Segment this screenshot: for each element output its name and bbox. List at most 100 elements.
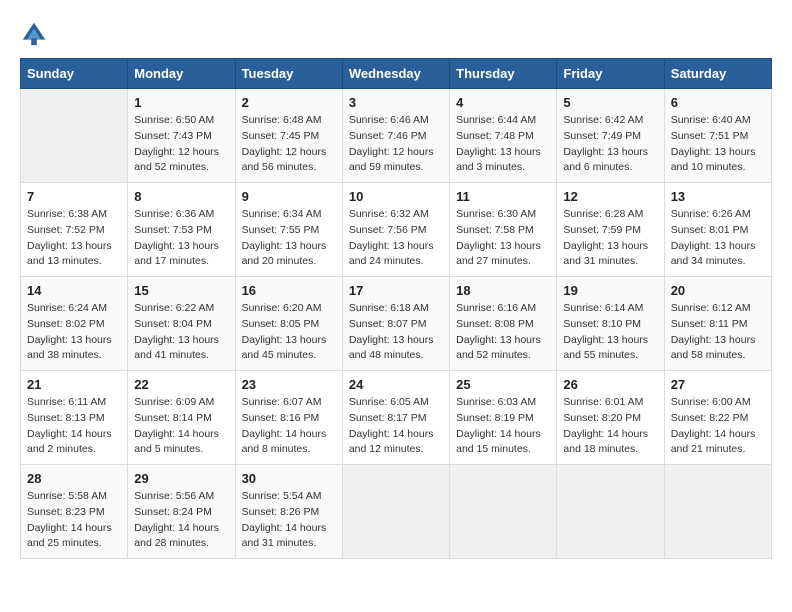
day-info: Sunrise: 6:48 AM Sunset: 7:45 PM Dayligh… (242, 113, 336, 176)
calendar-cell: 1Sunrise: 6:50 AM Sunset: 7:43 PM Daylig… (128, 89, 235, 183)
week-row-1: 1Sunrise: 6:50 AM Sunset: 7:43 PM Daylig… (21, 89, 772, 183)
calendar-cell: 10 Sunrise: 6:32 AM Sunset: 7:56 PM Dayli… (342, 183, 449, 277)
calendar-cell: 8Sunrise: 6:36 AM Sunset: 7:53 PM Daylig… (128, 183, 235, 277)
calendar-cell (450, 465, 557, 559)
calendar-cell: 27 Sunrise: 6:00 AM Sunset: 8:22 PM Dayli… (664, 371, 771, 465)
day-number: 28 (27, 471, 121, 486)
calendar-cell (21, 89, 128, 183)
calendar-cell: 16Sunrise: 6:20 AM Sunset: 8:05 PM Dayli… (235, 277, 342, 371)
logo-icon (20, 20, 48, 48)
day-number: 4 (456, 95, 550, 110)
calendar-cell: 30 Sunrise: 5:54 AM Sunset: 8:26 PM Dayli… (235, 465, 342, 559)
day-number: 6 (671, 95, 765, 110)
day-number: 20 (671, 283, 765, 298)
day-number: 13 (671, 189, 765, 204)
day-number: 25 (456, 377, 550, 392)
calendar-cell: 15 Sunrise: 6:22 AM Sunset: 8:04 PM Dayli… (128, 277, 235, 371)
day-number: 14 (27, 283, 121, 298)
col-header-sunday: Sunday (21, 59, 128, 89)
col-header-friday: Friday (557, 59, 664, 89)
calendar-cell: 26 Sunrise: 6:01 AM Sunset: 8:20 PM Dayli… (557, 371, 664, 465)
day-info: Sunrise: 6:50 AM Sunset: 7:43 PM Dayligh… (134, 113, 228, 176)
calendar-cell (342, 465, 449, 559)
week-row-4: 21Sunrise: 6:11 AM Sunset: 8:13 PM Dayli… (21, 371, 772, 465)
day-info: Sunrise: 6:26 AM Sunset: 8:01 PM Dayligh… (671, 207, 765, 270)
col-header-tuesday: Tuesday (235, 59, 342, 89)
day-info: Sunrise: 5:56 AM Sunset: 8:24 PM Dayligh… (134, 489, 228, 552)
calendar-cell: 21Sunrise: 6:11 AM Sunset: 8:13 PM Dayli… (21, 371, 128, 465)
day-info: Sunrise: 6:20 AM Sunset: 8:05 PM Dayligh… (242, 301, 336, 364)
week-row-3: 14 Sunrise: 6:24 AM Sunset: 8:02 PM Dayli… (21, 277, 772, 371)
day-number: 23 (242, 377, 336, 392)
day-number: 19 (563, 283, 657, 298)
calendar-cell: 25 Sunrise: 6:03 AM Sunset: 8:19 PM Dayli… (450, 371, 557, 465)
week-row-2: 7 Sunrise: 6:38 AM Sunset: 7:52 PM Daylig… (21, 183, 772, 277)
day-number: 9 (242, 189, 336, 204)
day-info: Sunrise: 6:46 AM Sunset: 7:46 PM Dayligh… (349, 113, 443, 176)
calendar-cell: 24Sunrise: 6:05 AM Sunset: 8:17 PM Dayli… (342, 371, 449, 465)
day-info: Sunrise: 6:18 AM Sunset: 8:07 PM Dayligh… (349, 301, 443, 364)
day-number: 30 (242, 471, 336, 486)
calendar-cell: 9Sunrise: 6:34 AM Sunset: 7:55 PM Daylig… (235, 183, 342, 277)
calendar-cell: 5 Sunrise: 6:42 AM Sunset: 7:49 PM Daylig… (557, 89, 664, 183)
day-info: Sunrise: 6:44 AM Sunset: 7:48 PM Dayligh… (456, 113, 550, 176)
day-info: Sunrise: 6:32 AM Sunset: 7:56 PM Dayligh… (349, 207, 443, 270)
day-info: Sunrise: 6:05 AM Sunset: 8:17 PM Dayligh… (349, 395, 443, 458)
calendar-cell: 28 Sunrise: 5:58 AM Sunset: 8:23 PM Dayli… (21, 465, 128, 559)
col-header-thursday: Thursday (450, 59, 557, 89)
week-row-5: 28 Sunrise: 5:58 AM Sunset: 8:23 PM Dayli… (21, 465, 772, 559)
logo (20, 20, 52, 48)
day-info: Sunrise: 6:36 AM Sunset: 7:53 PM Dayligh… (134, 207, 228, 270)
calendar-cell: 11Sunrise: 6:30 AM Sunset: 7:58 PM Dayli… (450, 183, 557, 277)
day-number: 27 (671, 377, 765, 392)
calendar-cell: 14 Sunrise: 6:24 AM Sunset: 8:02 PM Dayli… (21, 277, 128, 371)
day-number: 15 (134, 283, 228, 298)
day-info: Sunrise: 6:42 AM Sunset: 7:49 PM Dayligh… (563, 113, 657, 176)
day-info: Sunrise: 5:58 AM Sunset: 8:23 PM Dayligh… (27, 489, 121, 552)
day-info: Sunrise: 6:38 AM Sunset: 7:52 PM Dayligh… (27, 207, 121, 270)
day-number: 26 (563, 377, 657, 392)
calendar-cell: 2 Sunrise: 6:48 AM Sunset: 7:45 PM Daylig… (235, 89, 342, 183)
day-info: Sunrise: 6:09 AM Sunset: 8:14 PM Dayligh… (134, 395, 228, 458)
calendar-cell: 7 Sunrise: 6:38 AM Sunset: 7:52 PM Daylig… (21, 183, 128, 277)
day-number: 3 (349, 95, 443, 110)
day-info: Sunrise: 6:28 AM Sunset: 7:59 PM Dayligh… (563, 207, 657, 270)
day-number: 22 (134, 377, 228, 392)
day-info: Sunrise: 6:14 AM Sunset: 8:10 PM Dayligh… (563, 301, 657, 364)
calendar-cell: 4 Sunrise: 6:44 AM Sunset: 7:48 PM Daylig… (450, 89, 557, 183)
day-info: Sunrise: 6:03 AM Sunset: 8:19 PM Dayligh… (456, 395, 550, 458)
day-number: 2 (242, 95, 336, 110)
day-number: 29 (134, 471, 228, 486)
day-number: 10 (349, 189, 443, 204)
day-info: Sunrise: 6:22 AM Sunset: 8:04 PM Dayligh… (134, 301, 228, 364)
day-info: Sunrise: 6:07 AM Sunset: 8:16 PM Dayligh… (242, 395, 336, 458)
day-number: 18 (456, 283, 550, 298)
calendar-cell: 22 Sunrise: 6:09 AM Sunset: 8:14 PM Dayli… (128, 371, 235, 465)
day-number: 5 (563, 95, 657, 110)
calendar-cell: 6 Sunrise: 6:40 AM Sunset: 7:51 PM Daylig… (664, 89, 771, 183)
calendar-cell: 23 Sunrise: 6:07 AM Sunset: 8:16 PM Dayli… (235, 371, 342, 465)
day-info: Sunrise: 6:12 AM Sunset: 8:11 PM Dayligh… (671, 301, 765, 364)
day-info: Sunrise: 6:16 AM Sunset: 8:08 PM Dayligh… (456, 301, 550, 364)
day-info: Sunrise: 6:01 AM Sunset: 8:20 PM Dayligh… (563, 395, 657, 458)
calendar-cell: 13 Sunrise: 6:26 AM Sunset: 8:01 PM Dayli… (664, 183, 771, 277)
calendar-cell: 19 Sunrise: 6:14 AM Sunset: 8:10 PM Dayli… (557, 277, 664, 371)
calendar-cell: 12Sunrise: 6:28 AM Sunset: 7:59 PM Dayli… (557, 183, 664, 277)
col-header-saturday: Saturday (664, 59, 771, 89)
day-number: 17 (349, 283, 443, 298)
calendar-cell (664, 465, 771, 559)
calendar-cell: 20 Sunrise: 6:12 AM Sunset: 8:11 PM Dayli… (664, 277, 771, 371)
calendar-cell: 18 Sunrise: 6:16 AM Sunset: 8:08 PM Dayli… (450, 277, 557, 371)
page-header (20, 20, 772, 48)
day-info: Sunrise: 6:30 AM Sunset: 7:58 PM Dayligh… (456, 207, 550, 270)
calendar-cell: 17 Sunrise: 6:18 AM Sunset: 8:07 PM Dayli… (342, 277, 449, 371)
day-info: Sunrise: 6:24 AM Sunset: 8:02 PM Dayligh… (27, 301, 121, 364)
calendar-cell (557, 465, 664, 559)
day-info: Sunrise: 5:54 AM Sunset: 8:26 PM Dayligh… (242, 489, 336, 552)
day-number: 7 (27, 189, 121, 204)
calendar-cell: 3 Sunrise: 6:46 AM Sunset: 7:46 PM Daylig… (342, 89, 449, 183)
day-info: Sunrise: 6:00 AM Sunset: 8:22 PM Dayligh… (671, 395, 765, 458)
day-info: Sunrise: 6:40 AM Sunset: 7:51 PM Dayligh… (671, 113, 765, 176)
col-header-monday: Monday (128, 59, 235, 89)
day-info: Sunrise: 6:11 AM Sunset: 8:13 PM Dayligh… (27, 395, 121, 458)
